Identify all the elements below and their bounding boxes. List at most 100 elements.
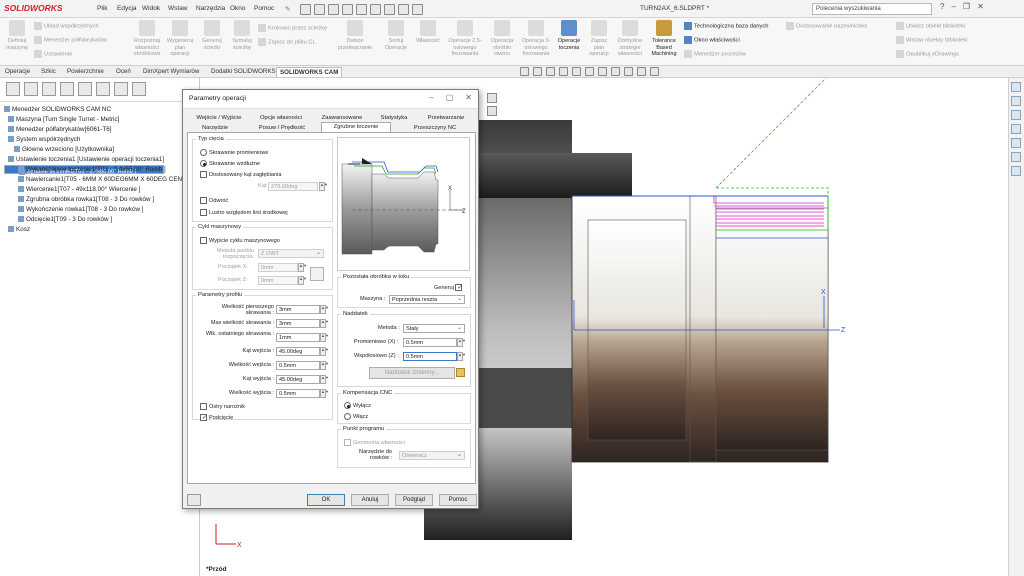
save-cl-file-button[interactable]: Zapisz do pliku CL [258,38,316,46]
axial-allowance-spinner[interactable]: ▲▼ [457,352,466,361]
home-icon[interactable] [300,3,311,15]
tolerance-based-machining-button[interactable]: Tolerance Based Machining [648,20,680,58]
radial-allowance-spinner[interactable]: ▲▼ [457,338,466,347]
custom-plunge-checkbox[interactable]: Dostosowany kąt zagłębiania [200,171,281,178]
tree-item[interactable]: Kosz [4,225,195,235]
scene-icon[interactable] [624,67,633,76]
process-manager-button[interactable]: Menedżer procesów [684,50,746,58]
restore-icon[interactable]: ❐ [963,2,970,11]
display-manager-icon[interactable] [78,82,92,96]
extract-features-button[interactable]: Rozpoznaj własności obróbkowe [132,20,162,58]
new-document-icon[interactable] [314,3,325,15]
tab-processing[interactable]: Przetwarzanie [421,113,471,123]
tab-sketch[interactable]: Szkic [38,67,59,77]
first-cut-input[interactable]: 3mm [276,305,320,314]
define-machine-button[interactable]: Definiuj maszynę [4,20,30,51]
design-library-icon[interactable] [1011,110,1021,120]
cam-feature-tree-icon[interactable] [96,82,110,96]
tree-item[interactable]: System współrzędnych [4,135,195,145]
lead-out-angle-input[interactable]: 45.00deg [276,375,320,384]
tree-item[interactable]: Wiercenie1[T07 - 49x118.00° Wiercenie ] [4,185,195,195]
tree-item[interactable]: Ustawienie toczenia1 [Ustawienie operacj… [4,155,195,165]
select-icon[interactable] [384,3,395,15]
feature-geometry-checkbox[interactable]: Geometria własności [344,439,405,446]
machine-select[interactable]: Poprzednia reszta [389,295,465,304]
menu-window[interactable]: Okno [230,5,246,12]
tree-item[interactable]: Odcięcie1[T09 - 3 Do rowków ] [4,215,195,225]
configuration-manager-icon[interactable] [42,82,56,96]
lead-in-angle-input[interactable]: 45.00deg [276,347,320,356]
save-icon[interactable] [342,3,353,15]
menu-view[interactable]: Widok [142,5,160,12]
options-icon[interactable] [412,3,423,15]
milling-3-axis-button[interactable]: Operacja 3-osiowego frezowania [519,20,553,58]
coordinate-system-button[interactable]: Układ współrzędnych [34,22,99,30]
publish-edrawings-button[interactable]: Opublikuj eDrawings [896,50,959,58]
forum-icon[interactable] [1011,166,1021,176]
max-cut-input[interactable]: 3mm [276,319,320,328]
generate-toolpath-button[interactable]: Generuj ścieżki [198,20,226,51]
help-icon[interactable]: ? [940,2,944,11]
property-manager-icon[interactable] [24,82,38,96]
ok-button[interactable]: OK [307,494,345,506]
setup-button[interactable]: Ustawienie [34,50,72,58]
start-z-input[interactable]: 0mm [258,276,298,285]
feature-button[interactable]: Własność [413,20,443,45]
tab-solidworks-cam[interactable]: SOLIDWORKS CAM [276,67,343,77]
insert-library-object-button[interactable]: Wstaw obiekty biblioteki [896,36,968,44]
last-cut-spinner[interactable]: ▲▼ [320,333,329,342]
tree-item[interactable]: Główne wrzeciono [Użytkownika] [4,145,195,155]
tree-item[interactable]: Wykańczające toczenie1[T03 - 0.4x55.00° … [4,165,195,175]
tree-item[interactable]: Nawiercanie1[T05 - 6MM X 60DEG6MM X 60DE… [4,175,195,185]
max-cut-spinner[interactable]: ▲▼ [320,319,329,328]
previous-view-icon[interactable] [546,67,555,76]
start-z-spinner[interactable]: ▲▼ [298,276,307,285]
default-strategies-button[interactable]: Domyślne strategie własności [614,20,646,58]
cnc-on-radio[interactable]: Włącz [344,413,368,420]
plunge-angle-spinner[interactable]: ▲▼ [319,182,328,191]
start-method-select[interactable]: Z OWT [258,249,324,258]
lead-in-length-spinner[interactable]: ▲▼ [320,361,329,370]
resources-icon[interactable] [1011,96,1021,106]
pick-point-icon[interactable] [310,267,324,281]
help-button[interactable]: Pomoc [439,494,477,506]
feature-manager-icon[interactable] [6,82,20,96]
menu-insert[interactable]: Wstaw [168,5,188,12]
appearances-icon[interactable] [1011,138,1021,148]
save-operation-plan-button[interactable]: Zapisz plan operacji [586,20,612,58]
undo-icon[interactable] [370,3,381,15]
tab-surfaces[interactable]: Powierzchnie [64,67,107,77]
menu-edit[interactable]: Edycja [117,5,137,12]
lead-out-length-spinner[interactable]: ▲▼ [320,389,329,398]
first-cut-spinner[interactable]: ▲▼ [320,305,329,314]
use-cycle-checkbox[interactable]: Wyjście cyklu maszynowego [200,237,280,244]
home-task-icon[interactable] [1011,82,1021,92]
tree-item[interactable]: Menedżer SOLIDWORKS CAM NC [4,105,195,115]
close-icon[interactable]: ✕ [977,2,984,11]
print-icon[interactable] [356,3,367,15]
tab-entry-exit[interactable]: Wejście / Wyjście [193,113,245,123]
tab-evaluate[interactable]: Oceń [113,67,134,77]
cam-tool-tree-icon[interactable] [132,82,146,96]
plunge-angle-input[interactable]: 270.00deg [268,182,318,191]
zoom-to-fit-icon[interactable] [520,67,529,76]
tree-item[interactable]: Menedżer półfabrykatów[6061-T6] [4,125,195,135]
sharp-corner-checkbox[interactable]: Ostry narożnik [200,403,245,410]
mirror-checkbox[interactable]: Lustro względem linii środkowej [200,209,288,216]
milling-2-5-axis-button[interactable]: Operacje 2.5-osiowego frezowania [446,20,484,58]
grooving-tool-select[interactable]: Otwieracz [399,451,465,460]
lead-in-angle-spinner[interactable]: ▲▼ [320,347,329,356]
appearance-icon[interactable] [611,67,620,76]
zoom-area-icon[interactable] [533,67,542,76]
minimize-icon[interactable]: – [951,2,955,11]
generate-checkbox[interactable]: Generuj [434,284,464,291]
simulate-toolpath-button[interactable]: Symuluj ścieżkę [228,20,256,51]
cnc-off-radio[interactable]: Wyłącz [344,402,371,409]
menu-file[interactable]: Plik [97,5,107,12]
dialog-minimize-icon[interactable]: – [429,93,433,102]
lead-out-angle-spinner[interactable]: ▲▼ [320,375,329,384]
lead-in-length-input[interactable]: 0.5mm [276,361,320,370]
tab-feature-options[interactable]: Opcje własności [253,113,309,123]
dialog-help-tip-icon[interactable] [187,494,201,506]
undercut-checkbox[interactable]: Podcięcie [200,414,233,421]
